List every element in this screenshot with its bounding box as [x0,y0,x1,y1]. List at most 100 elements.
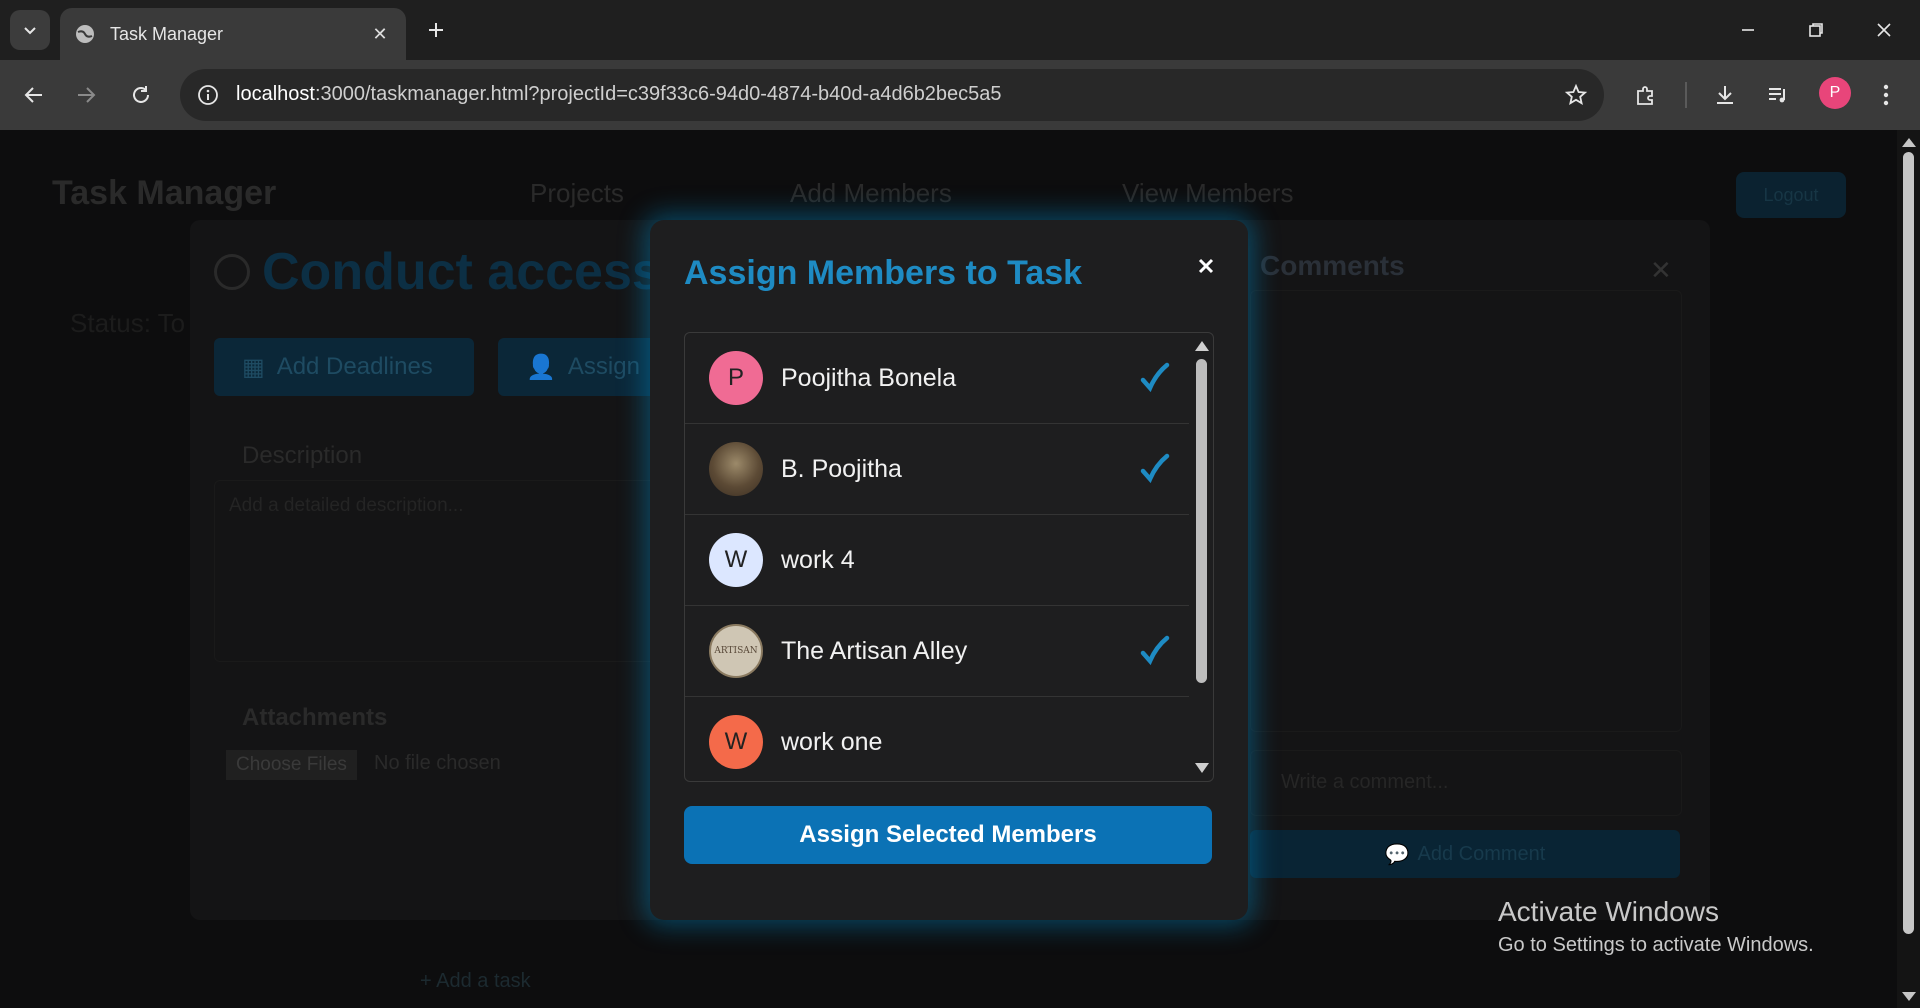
member-name: work one [781,727,883,756]
bookmark-star-icon[interactable] [1562,81,1590,109]
extensions-button[interactable] [1626,75,1666,115]
task-title: Conduct access [262,243,661,301]
member-avatar: W [709,533,763,587]
comments-close-icon[interactable]: ✕ [1650,255,1672,286]
checkmark-icon[interactable] [1135,358,1175,398]
playlist-music-icon [1769,88,1785,103]
comments-title: Comments [1260,250,1405,281]
toolbar-separator [1685,82,1687,108]
calendar-icon: ▦ [242,353,265,381]
browser-toolbar: localhost:3000/taskmanager.html?projectI… [0,60,1920,130]
member-row[interactable]: P Poojitha Bonela [685,333,1189,424]
restore-button[interactable] [1794,8,1838,52]
site-info-icon[interactable] [194,81,222,109]
media-controls-button[interactable] [1758,75,1798,115]
add-comment-label: Add Comment [1417,842,1546,865]
checkmark-icon[interactable] [1135,540,1175,580]
logout-button[interactable]: Logout [1736,172,1846,218]
minimize-button[interactable] [1726,8,1770,52]
watermark-line1: Activate Windows [1498,896,1719,927]
assign-selected-members-button[interactable]: Assign Selected Members [684,806,1212,864]
scroll-down-arrow[interactable] [1902,992,1916,1001]
comments-list [1250,290,1682,732]
nav-add-members[interactable]: Add Members [790,178,952,209]
modal-title: Assign Members to Task [684,254,1083,292]
checkmark-icon[interactable] [1135,722,1175,762]
address-bar[interactable]: localhost:3000/taskmanager.html?projectI… [180,69,1604,121]
reload-button[interactable] [121,75,161,115]
restore-icon [1809,23,1823,37]
downloads-button[interactable] [1705,75,1745,115]
member-avatar: W [709,715,763,769]
member-row[interactable]: ARTISAN The Artisan Alley [685,606,1189,697]
description-textarea[interactable]: Add a detailed description... [214,480,656,662]
member-avatar [709,442,763,496]
chevron-down-icon [24,27,36,35]
windows-activation-watermark: Activate Windows Go to Settings to activ… [1498,896,1814,957]
browser-tab[interactable]: Task Manager ✕ [60,8,406,60]
attachments-label: Attachments [242,704,388,731]
task-complete-toggle[interactable] [214,254,250,290]
profile-avatar[interactable]: P [1819,77,1851,109]
close-icon [1198,258,1214,274]
browser-tab-bar: Task Manager ✕ [0,0,1920,60]
member-list-scrollbar[interactable] [1189,333,1213,781]
close-window-button[interactable] [1862,8,1906,52]
member-row[interactable]: Wwork one [685,697,1189,781]
add-comment-button[interactable]: 💬 Add Comment [1250,830,1680,878]
member-name: The Artisan Alley [781,636,968,665]
assign-members-modal: Assign Members to Task P Poojitha Bonela B… [650,220,1248,920]
forward-button[interactable] [66,75,106,115]
page-scrollbar[interactable] [1897,130,1920,1008]
url-path: :3000/taskmanager.html?projectId=c39f33c… [314,83,1002,105]
url-text[interactable]: localhost:3000/taskmanager.html?projectI… [236,83,1002,106]
member-avatar: P [709,351,763,405]
no-file-text: No file chosen [374,752,501,774]
member-list: P Poojitha Bonela B. Poojitha Wwork 4 ARTISA… [684,332,1214,782]
tab-title: Task Manager [110,23,224,44]
list-scroll-down-arrow[interactable] [1195,763,1209,773]
back-button[interactable] [14,75,54,115]
checkmark-icon[interactable] [1135,631,1175,671]
browser-menu-button[interactable] [1866,75,1906,115]
comment-input[interactable]: Write a comment... [1250,750,1682,816]
arrow-right-icon [78,87,96,103]
new-tab-button[interactable] [420,14,452,46]
tab-search-button[interactable] [10,10,50,50]
scroll-up-arrow[interactable] [1902,138,1916,147]
close-icon [1877,23,1891,37]
choose-files-button[interactable]: Choose Files [226,750,357,780]
scrollbar-thumb[interactable] [1903,152,1914,934]
plus-icon [429,23,443,37]
reload-icon [133,86,149,103]
comment-icon: 💬 [1384,843,1410,866]
puzzle-icon [1637,86,1653,105]
list-scrollbar-thumb[interactable] [1196,359,1207,683]
comment-placeholder: Write a comment... [1281,771,1449,793]
add-task-button[interactable]: + Add a task [420,970,531,993]
description-placeholder: Add a detailed description... [229,495,464,516]
member-row[interactable]: Wwork 4 [685,515,1189,606]
app-brand: Task Manager [52,174,277,212]
app-navbar: Task Manager Projects Add Members View M… [0,130,1897,218]
arrow-left-icon [24,87,42,103]
nav-view-members[interactable]: View Members [1122,178,1293,209]
member-avatar: ARTISAN [709,624,763,678]
tab-close-icon[interactable]: ✕ [368,22,392,46]
add-deadlines-label: Add Deadlines [276,353,433,380]
url-host: localhost [236,83,315,105]
task-status-text: Status: To [70,308,186,338]
add-deadlines-button[interactable]: ▦ Add Deadlines [214,338,474,396]
checkmark-icon[interactable] [1135,449,1175,489]
nav-projects[interactable]: Projects [530,178,624,209]
more-vertical-icon [1883,84,1889,106]
watermark-line2: Go to Settings to activate Windows. [1498,934,1814,956]
globe-icon [76,25,94,43]
minimize-icon [1742,29,1754,31]
list-scroll-up-arrow[interactable] [1195,341,1209,351]
member-name: B. Poojitha [781,454,902,483]
modal-close-button[interactable] [1192,252,1220,280]
task-title-row: Conduct access [214,242,661,302]
member-row[interactable]: B. Poojitha [685,424,1189,515]
member-name: work 4 [781,545,855,574]
